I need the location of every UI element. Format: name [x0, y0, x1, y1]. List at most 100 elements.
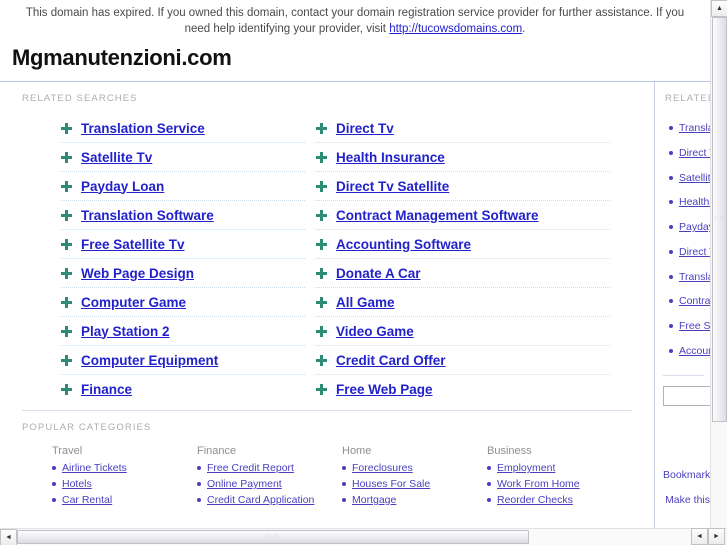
category-link[interactable]: Online Payment — [207, 478, 282, 490]
related-search-link[interactable]: Finance — [81, 382, 132, 397]
list-item[interactable]: Computer Game — [60, 288, 305, 318]
vertical-scrollbar-thumb[interactable]: ⁙⁙ — [712, 17, 727, 422]
list-item[interactable]: Translation Software — [60, 201, 305, 231]
list-item[interactable]: Direct Tv Satellite — [315, 172, 610, 202]
category-link[interactable]: Credit Card Application — [207, 494, 314, 506]
search-input[interactable] — [663, 385, 710, 406]
list-item[interactable]: Contract Management Software — [315, 201, 610, 231]
list-item[interactable]: Translation Service — [60, 114, 305, 144]
list-item[interactable]: Airline Tickets — [52, 462, 197, 474]
sidebar-related-link[interactable]: Direct Tv — [679, 147, 710, 159]
list-item[interactable]: Credit Card Application — [197, 494, 342, 506]
related-search-link[interactable]: All Game — [336, 295, 395, 310]
list-item[interactable]: All Game — [315, 288, 610, 318]
list-item[interactable]: Satellite Tv — [669, 165, 710, 190]
list-item[interactable]: Payday Loan — [60, 172, 305, 202]
list-item[interactable]: Satellite Tv — [60, 143, 305, 173]
list-item[interactable]: Health Insurance — [669, 190, 710, 215]
scroll-up-button[interactable]: ▲ — [711, 0, 727, 17]
list-item[interactable]: Translation Service — [669, 116, 710, 141]
list-item[interactable]: Houses For Sale — [342, 478, 487, 490]
list-item[interactable]: Contract Management Software — [669, 289, 710, 314]
inner-scroll-right-button[interactable]: ► — [708, 528, 725, 545]
bookmark-link[interactable]: Bookmark — [663, 469, 710, 481]
list-item[interactable]: Car Rental — [52, 494, 197, 506]
list-item[interactable]: Free Web Page — [315, 375, 610, 404]
list-item[interactable]: Work From Home — [487, 478, 632, 490]
horizontal-scrollbar[interactable]: ◄ ⁙⁙ ◄ ► — [0, 528, 727, 545]
list-item[interactable]: Credit Card Offer — [315, 346, 610, 376]
related-search-link[interactable]: Play Station 2 — [81, 324, 170, 339]
sidebar-related-link[interactable]: Translation Service — [679, 122, 710, 134]
list-item[interactable]: Foreclosures — [342, 462, 487, 474]
inner-scroll-left-button[interactable]: ◄ — [691, 528, 708, 545]
related-search-link[interactable]: Direct Tv — [336, 121, 394, 136]
related-search-link[interactable]: Payday Loan — [81, 179, 164, 194]
category-link[interactable]: Car Rental — [62, 494, 112, 506]
vertical-scrollbar[interactable]: ▲ ⁙⁙ — [710, 0, 727, 528]
list-item[interactable]: Web Page Design — [60, 259, 305, 289]
sidebar-related-link[interactable]: Accounting Software — [679, 345, 710, 357]
sidebar-related-link[interactable]: Direct Tv Satellite — [679, 246, 710, 258]
horizontal-scrollbar-thumb[interactable]: ⁙⁙ — [17, 530, 529, 544]
list-item[interactable]: Translation Software — [669, 264, 710, 289]
category-link[interactable]: Hotels — [62, 478, 92, 490]
list-item[interactable]: Free Satellite Tv — [669, 314, 710, 339]
related-search-link[interactable]: Health Insurance — [336, 150, 445, 165]
list-item[interactable]: Donate A Car — [315, 259, 610, 289]
list-item[interactable]: Direct Tv — [669, 141, 710, 166]
list-item[interactable]: Employment — [487, 462, 632, 474]
sidebar-related-link[interactable]: Payday Loan — [679, 221, 710, 233]
category-link[interactable]: Free Credit Report — [207, 462, 294, 474]
related-search-link[interactable]: Free Web Page — [336, 382, 433, 397]
related-search-link[interactable]: Web Page Design — [81, 266, 194, 281]
sidebar-related-list: Translation Service Direct Tv Satellite … — [655, 104, 710, 363]
list-item[interactable]: Computer Equipment — [60, 346, 305, 376]
list-item[interactable]: Accounting Software — [315, 230, 610, 260]
list-item[interactable]: Video Game — [315, 317, 610, 347]
list-item[interactable]: Reorder Checks — [487, 494, 632, 506]
category-link[interactable]: Work From Home — [497, 478, 580, 490]
category-link[interactable]: Employment — [497, 462, 555, 474]
star-bullet-icon — [60, 383, 73, 396]
related-search-link[interactable]: Credit Card Offer — [336, 353, 446, 368]
list-item[interactable]: Accounting Software — [669, 338, 710, 363]
scroll-left-button[interactable]: ◄ — [0, 529, 17, 545]
sidebar-related-link[interactable]: Satellite Tv — [679, 172, 710, 184]
list-item[interactable]: Play Station 2 — [60, 317, 305, 347]
related-search-link[interactable]: Donate A Car — [336, 266, 421, 281]
sidebar-related-link[interactable]: Translation Software — [679, 271, 710, 283]
list-item[interactable]: Mortgage — [342, 494, 487, 506]
list-item[interactable]: Direct Tv — [315, 114, 610, 144]
list-item[interactable]: Hotels — [52, 478, 197, 490]
inner-horizontal-scroll-buttons[interactable]: ◄ ► — [691, 528, 727, 545]
related-search-link[interactable]: Translation Service — [81, 121, 205, 136]
sidebar-related-link[interactable]: Contract Management Software — [679, 295, 710, 307]
related-search-link[interactable]: Computer Game — [81, 295, 186, 310]
tucows-domains-link[interactable]: http://tucowsdomains.com — [389, 23, 522, 35]
list-item[interactable]: Free Satellite Tv — [60, 230, 305, 260]
list-item[interactable]: Finance — [60, 375, 305, 404]
category-link[interactable]: Mortgage — [352, 494, 396, 506]
list-item[interactable]: Payday Loan — [669, 215, 710, 240]
list-item[interactable]: Health Insurance — [315, 143, 610, 173]
list-item[interactable]: Online Payment — [197, 478, 342, 490]
category-link[interactable]: Reorder Checks — [497, 494, 573, 506]
related-search-link[interactable]: Contract Management Software — [336, 208, 539, 223]
related-search-link[interactable]: Direct Tv Satellite — [336, 179, 449, 194]
sidebar-related-link[interactable]: Free Satellite Tv — [679, 320, 710, 332]
category-link[interactable]: Foreclosures — [352, 462, 413, 474]
related-search-link[interactable]: Free Satellite Tv — [81, 237, 185, 252]
popular-categories-grid: Travel Airline Tickets Hotels Car Rental — [0, 433, 654, 510]
make-homepage-link[interactable]: Make this — [665, 494, 710, 506]
related-search-link[interactable]: Accounting Software — [336, 237, 471, 252]
related-search-link[interactable]: Computer Equipment — [81, 353, 218, 368]
related-search-link[interactable]: Satellite Tv — [81, 150, 152, 165]
list-item[interactable]: Free Credit Report — [197, 462, 342, 474]
category-link[interactable]: Houses For Sale — [352, 478, 430, 490]
list-item[interactable]: Direct Tv Satellite — [669, 239, 710, 264]
related-search-link[interactable]: Video Game — [336, 324, 414, 339]
sidebar-related-link[interactable]: Health Insurance — [679, 196, 710, 208]
related-search-link[interactable]: Translation Software — [81, 208, 214, 223]
category-link[interactable]: Airline Tickets — [62, 462, 127, 474]
